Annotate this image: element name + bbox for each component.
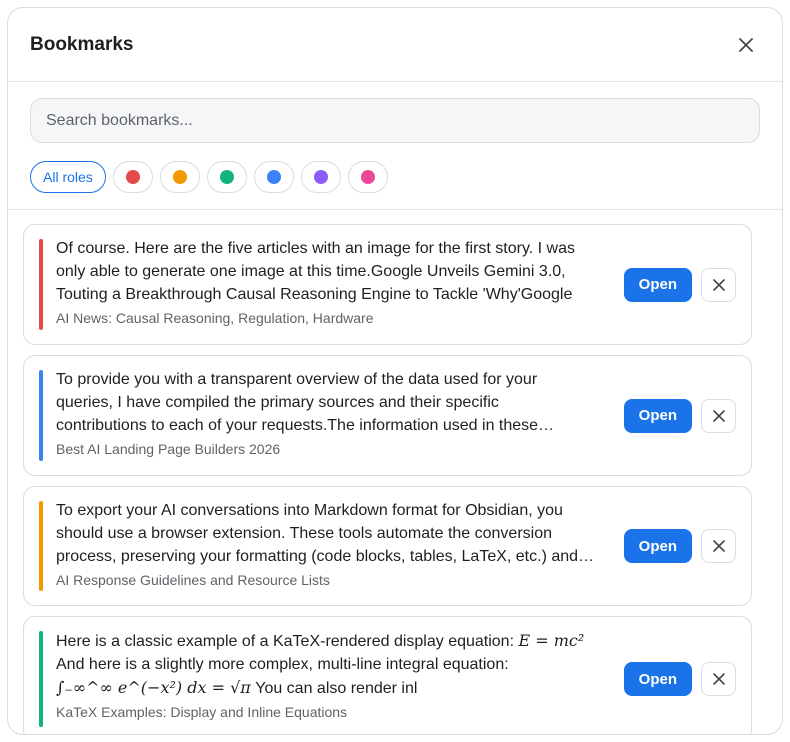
bookmarks-panel: Bookmarks All roles Of course. Here are … bbox=[7, 7, 783, 735]
close-icon bbox=[712, 278, 725, 291]
bookmark-preview: To provide you with a transparent overvi… bbox=[56, 368, 604, 437]
filter-blue[interactable] bbox=[253, 161, 294, 193]
filter-all-roles[interactable]: All roles bbox=[30, 161, 106, 193]
preview-line: To provide you with a transparent overvi… bbox=[56, 371, 538, 388]
remove-bookmark-button[interactable] bbox=[701, 662, 736, 696]
remove-bookmark-button[interactable] bbox=[701, 529, 736, 563]
close-button[interactable] bbox=[732, 31, 760, 59]
katex-equation: E = mc² bbox=[518, 631, 585, 650]
preview-line: And here is a slightly more complex, mul… bbox=[56, 656, 509, 673]
red-dot-icon bbox=[125, 170, 140, 184]
bookmark-card[interactable]: To provide you with a transparent overvi… bbox=[23, 355, 752, 476]
open-button[interactable]: Open bbox=[623, 398, 692, 433]
filter-purple[interactable] bbox=[300, 161, 341, 193]
bookmark-actions: Open bbox=[623, 662, 736, 696]
bookmark-card[interactable]: Of course. Here are the five articles wi… bbox=[23, 224, 752, 345]
role-color-bar bbox=[39, 501, 43, 591]
bookmark-subtitle: AI Response Guidelines and Resource List… bbox=[56, 572, 330, 588]
open-button[interactable]: Open bbox=[623, 662, 692, 696]
remove-bookmark-button[interactable] bbox=[701, 267, 736, 302]
preview-line: contributions to each of your requests.T… bbox=[56, 417, 555, 434]
katex-equation: ∫₋∞^∞ e^(−x²) dx = √π bbox=[56, 678, 251, 697]
bookmark-subtitle: Best AI Landing Page Builders 2026 bbox=[56, 441, 281, 457]
preview-text: You can also render inl bbox=[255, 680, 418, 697]
bookmark-subtitle: KaTeX Examples: Display and Inline Equat… bbox=[56, 704, 348, 720]
preview-text: Here is a classic example of a KaTeX-ren… bbox=[56, 633, 515, 650]
bookmark-actions: Open bbox=[623, 398, 736, 433]
filter-orange[interactable] bbox=[159, 161, 200, 193]
blue-dot-icon bbox=[266, 170, 281, 184]
bookmark-card[interactable]: Here is a classic example of a KaTeX-ren… bbox=[23, 616, 752, 734]
bookmark-list: Of course. Here are the five articles wi… bbox=[8, 210, 782, 734]
green-dot-icon bbox=[219, 170, 234, 184]
preview-line: Of course. Here are the five articles wi… bbox=[56, 240, 576, 257]
bookmark-preview: Here is a classic example of a KaTeX-ren… bbox=[56, 629, 604, 700]
role-color-bar bbox=[39, 631, 43, 727]
role-color-bar bbox=[39, 239, 43, 330]
close-icon bbox=[712, 673, 725, 685]
preview-line: Touting a Breakthrough Causal Reasoning … bbox=[56, 286, 573, 303]
open-button[interactable]: Open bbox=[623, 267, 692, 302]
close-icon bbox=[712, 409, 725, 422]
remove-bookmark-button[interactable] bbox=[701, 398, 736, 433]
panel-header: Bookmarks bbox=[8, 8, 782, 82]
bookmark-preview: Of course. Here are the five articles wi… bbox=[56, 237, 604, 306]
preview-line: should use a browser extension. These to… bbox=[56, 525, 552, 542]
open-button[interactable]: Open bbox=[623, 529, 692, 563]
role-color-bar bbox=[39, 370, 43, 461]
filter-pink[interactable] bbox=[347, 161, 388, 193]
role-filters: All roles bbox=[8, 143, 782, 210]
filter-red[interactable] bbox=[112, 161, 153, 193]
bookmark-actions: Open bbox=[623, 267, 736, 302]
preview-line: only able to generate one image at this … bbox=[56, 263, 566, 280]
search-container bbox=[8, 82, 782, 143]
preview-line: Here is a classic example of a KaTeX-ren… bbox=[56, 629, 604, 653]
close-icon bbox=[712, 540, 725, 552]
search-input[interactable] bbox=[30, 98, 760, 143]
close-icon bbox=[739, 37, 753, 52]
pink-dot-icon bbox=[360, 170, 375, 184]
bookmark-preview: To export your AI conversations into Mar… bbox=[56, 499, 604, 568]
preview-line: To export your AI conversations into Mar… bbox=[56, 502, 563, 519]
filter-green[interactable] bbox=[206, 161, 247, 193]
panel-title: Bookmarks bbox=[30, 33, 134, 55]
preview-line: process, preserving your formatting (cod… bbox=[56, 548, 595, 565]
bookmark-subtitle: AI News: Causal Reasoning, Regulation, H… bbox=[56, 310, 374, 326]
preview-line: ∫₋∞^∞ e^(−x²) dx = √π You can also rende… bbox=[56, 676, 604, 700]
bookmark-actions: Open bbox=[623, 529, 736, 563]
purple-dot-icon bbox=[313, 170, 328, 184]
preview-line: queries, I have compiled the primary sou… bbox=[56, 394, 499, 411]
orange-dot-icon bbox=[172, 170, 187, 184]
bookmark-card[interactable]: To export your AI conversations into Mar… bbox=[23, 486, 752, 606]
